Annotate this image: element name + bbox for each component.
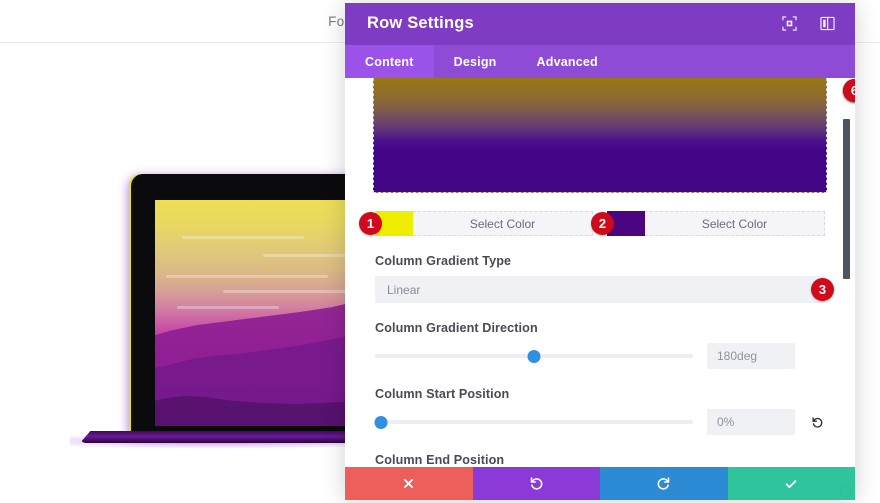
page-title: Row Settings	[367, 14, 474, 32]
check-icon	[785, 479, 797, 488]
gradient-color-row: 1 Select Color 2 Select Color	[359, 211, 825, 236]
field-label: Column Gradient Direction	[375, 321, 538, 335]
settings-scroll-area: 1 Select Color 2 Select Color Column Gra…	[345, 78, 855, 467]
field-label: Column Start Position	[375, 387, 510, 401]
slider-thumb[interactable]	[527, 350, 541, 363]
undo-button[interactable]	[472, 467, 600, 500]
redo-button[interactable]	[600, 467, 728, 500]
select-color-button-1[interactable]: Select Color	[413, 211, 593, 236]
select-color-button-2[interactable]: Select Color	[645, 211, 825, 236]
tab-content[interactable]: Content	[345, 45, 434, 78]
redo-icon	[657, 477, 670, 490]
screen: Font Row Settings Content Design Advance…	[0, 0, 880, 503]
vertical-scrollbar[interactable]	[843, 78, 850, 467]
settings-content: 1 Select Color 2 Select Color Column Gra…	[345, 78, 855, 467]
modal-footer	[345, 467, 855, 500]
focus-icon[interactable]	[777, 11, 801, 35]
cloud-streak	[165, 274, 328, 278]
callout-badge-1: 1	[359, 212, 382, 235]
slider-track	[375, 420, 693, 424]
start-position-value: 0%	[717, 415, 735, 429]
modal-tabs: Content Design Advanced	[345, 45, 855, 78]
tab-advanced[interactable]: Advanced	[517, 45, 618, 78]
gradient-color-1: 1 Select Color	[359, 211, 593, 236]
modal-title-bar: Row Settings	[345, 3, 855, 45]
slider-line: 0% 5	[374, 79, 855, 435]
gradient-direction-value: 180deg	[717, 349, 758, 363]
gradient-type-select[interactable]: Linear 3	[375, 276, 834, 303]
modal-title-actions	[777, 11, 839, 35]
field-column-end-position: Column End Position 50% 6	[375, 79, 855, 467]
close-icon	[404, 478, 414, 489]
start-position-input[interactable]: 0% 5	[707, 79, 855, 435]
cancel-button[interactable]	[345, 467, 473, 500]
slider-thumb[interactable]	[374, 416, 388, 429]
cloud-streak	[176, 306, 280, 310]
field-column-gradient-type: Column Gradient Type Linear 3	[375, 254, 834, 303]
undo-icon	[530, 477, 543, 490]
cloud-streak	[182, 236, 304, 240]
panel-layout-icon[interactable]	[815, 11, 839, 35]
start-position-slider[interactable]	[374, 414, 693, 430]
reset-icon[interactable]	[809, 416, 825, 429]
callout-badge-2: 2	[591, 212, 614, 235]
gradient-direction-slider[interactable]	[375, 348, 693, 364]
slider-line: 180deg 4	[375, 79, 855, 369]
gradient-color-2: 2 Select Color	[591, 211, 825, 236]
field-label: Column End Position	[375, 453, 505, 467]
row-settings-modal: Row Settings Content Design Advanced 1 S…	[345, 3, 855, 500]
gradient-direction-input[interactable]: 180deg 4	[707, 79, 855, 369]
save-button[interactable]	[727, 467, 855, 500]
scrollbar-thumb[interactable]	[843, 119, 850, 279]
callout-badge-3: 3	[811, 278, 834, 301]
field-label: Column Gradient Type	[375, 254, 512, 268]
tab-design[interactable]: Design	[434, 45, 517, 78]
resize-grip-icon[interactable]	[839, 485, 852, 498]
field-column-gradient-direction: Column Gradient Direction 180deg 4	[375, 79, 855, 369]
field-column-start-position: Column Start Position 0% 5	[374, 79, 855, 435]
gradient-type-value: Linear	[387, 282, 421, 297]
gradient-preview	[373, 78, 827, 193]
